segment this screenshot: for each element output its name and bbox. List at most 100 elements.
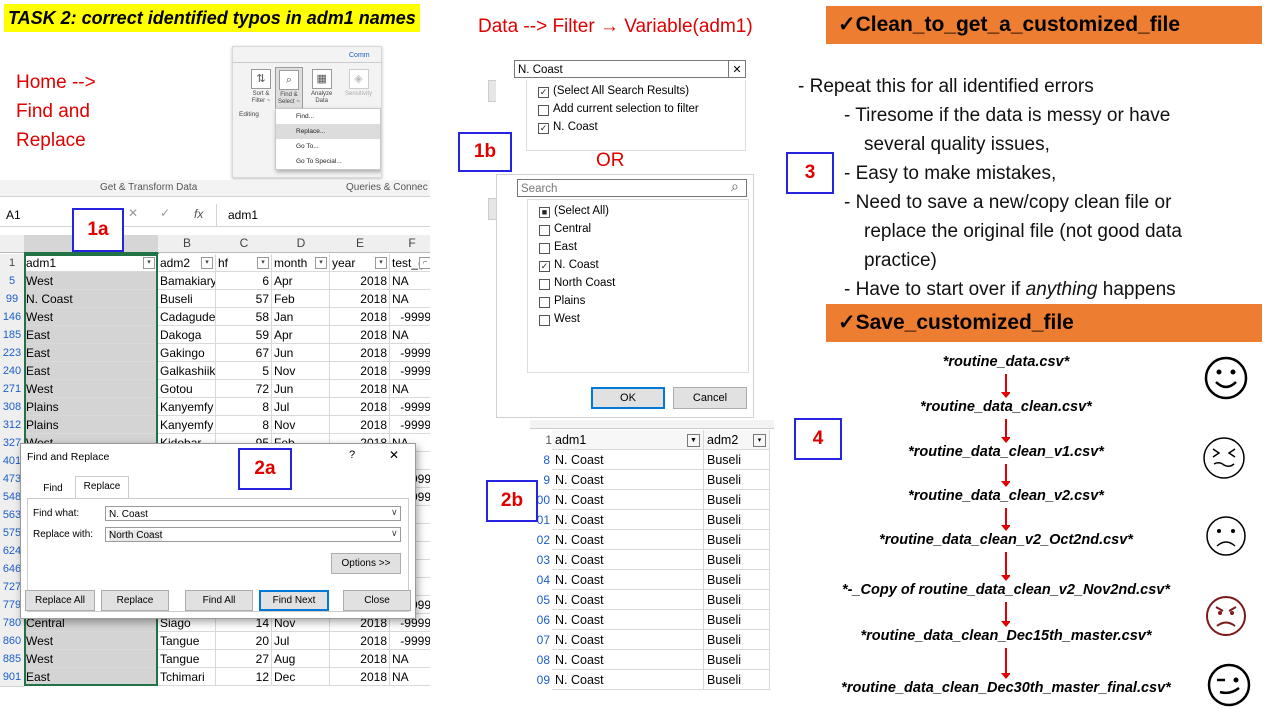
table-cell[interactable]: Tangue [158, 650, 216, 668]
table-cell[interactable]: Galkashiik [158, 362, 216, 380]
replace-button[interactable]: Replace [101, 590, 169, 611]
table-cell[interactable]: NA [390, 668, 430, 686]
replace-dropdown-icon[interactable]: ∨ [391, 528, 398, 539]
menu-go-to[interactable]: Go To... [276, 139, 380, 154]
table-cell[interactable]: Buseli [704, 670, 770, 690]
row-number[interactable]: 312 [0, 416, 24, 435]
filter-dropdown-icon[interactable]: ▾ [143, 257, 155, 269]
checkbox[interactable] [539, 243, 550, 254]
column-header-e[interactable]: E [330, 235, 391, 253]
replace-all-button[interactable]: Replace All [25, 590, 95, 611]
table-cell[interactable]: 72 [216, 380, 272, 398]
table-cell[interactable]: East [24, 362, 158, 380]
table-cell[interactable]: West [24, 632, 158, 650]
table-cell[interactable]: West [24, 380, 158, 398]
table-cell[interactable]: Buseli [704, 630, 770, 650]
row-number[interactable]: 240 [0, 362, 24, 381]
tab-find[interactable]: Find [31, 480, 75, 498]
filter-search-input[interactable]: Search [517, 179, 747, 197]
cancel-button[interactable]: Cancel [673, 387, 747, 409]
column-header-b[interactable]: B [158, 235, 217, 253]
row-number[interactable]: 885 [0, 650, 24, 669]
table-cell[interactable]: Plains [24, 416, 158, 434]
header-cell-3[interactable]: month ▾ [272, 254, 330, 272]
table-cell[interactable]: 2018 [330, 326, 390, 344]
table-cell[interactable]: 2018 [330, 650, 390, 668]
table-cell[interactable]: Bamakiary [158, 272, 216, 290]
table-cell[interactable]: 67 [216, 344, 272, 362]
table-cell[interactable]: NA [390, 272, 430, 290]
table-cell[interactable]: 2018 [330, 362, 390, 380]
clear-search-icon[interactable]: ✕ [728, 60, 746, 78]
table-cell[interactable]: Kanyemfy [158, 398, 216, 416]
table-cell[interactable]: Buseli [704, 530, 770, 550]
row-number[interactable]: 06 [530, 610, 552, 630]
table-cell[interactable]: N. Coast [552, 590, 704, 610]
table-cell[interactable]: 59 [216, 326, 272, 344]
row-number[interactable]: 04 [530, 570, 552, 590]
table-cell[interactable]: NA [390, 380, 430, 398]
table-cell[interactable]: -9999 [390, 632, 430, 650]
table-cell[interactable]: Gotou [158, 380, 216, 398]
table-cell[interactable]: N. Coast [552, 570, 704, 590]
filter-dropdown-icon[interactable]: ▾ [257, 257, 269, 269]
table-cell[interactable]: Nov [272, 416, 330, 434]
enter-check-icon[interactable]: ✓ [160, 206, 170, 220]
row-number[interactable]: 1 [0, 254, 24, 273]
close-button[interactable]: Close [343, 590, 411, 611]
filter-search-input[interactable]: N. Coast [514, 60, 746, 78]
table-cell[interactable]: East [24, 344, 158, 362]
filter-option[interactable]: (Select All) [554, 205, 609, 217]
filter-option[interactable]: N. Coast [553, 121, 598, 133]
filter-dropdown-icon[interactable]: ⌐ [419, 257, 430, 269]
table-cell[interactable]: Buseli [704, 590, 770, 610]
table-cell[interactable]: Aug [272, 650, 330, 668]
checkbox[interactable] [539, 315, 550, 326]
table-cell[interactable]: N. Coast [552, 650, 704, 670]
fx-icon[interactable]: fx [194, 207, 203, 221]
options-button[interactable]: Options >> [331, 553, 401, 574]
row-number[interactable]: 185 [0, 326, 24, 345]
column-header-f[interactable]: F [390, 235, 430, 253]
table-cell[interactable]: 27 [216, 650, 272, 668]
table-cell[interactable]: -9999 [390, 362, 430, 380]
table-cell[interactable]: Nov [272, 362, 330, 380]
table-cell[interactable]: Kanyemfy [158, 416, 216, 434]
table-cell[interactable]: 2018 [330, 290, 390, 308]
filter-option[interactable]: N. Coast [554, 259, 599, 271]
table-cell[interactable]: 8 [216, 416, 272, 434]
table-cell[interactable]: Buseli [704, 510, 770, 530]
table-cell[interactable]: 57 [216, 290, 272, 308]
table-cell[interactable]: N. Coast [552, 610, 704, 630]
table-cell[interactable]: NA [390, 326, 430, 344]
checkbox[interactable] [539, 225, 550, 236]
filter-option[interactable]: East [554, 241, 577, 253]
row-number[interactable]: 02 [530, 530, 552, 550]
table-cell[interactable]: West [24, 650, 158, 668]
table-cell[interactable]: N. Coast [552, 530, 704, 550]
table-cell[interactable]: -9999 [390, 308, 430, 326]
table-cell[interactable]: Buseli [704, 650, 770, 670]
table-cell[interactable]: 2018 [330, 416, 390, 434]
filter-option[interactable]: Plains [554, 295, 585, 307]
table-cell[interactable]: N. Coast [552, 490, 704, 510]
checked-checkbox[interactable]: ✓ [538, 87, 549, 98]
tab-replace[interactable]: Replace [75, 476, 129, 499]
table-cell[interactable]: -9999 [390, 416, 430, 434]
column-header-c[interactable]: C [216, 235, 273, 253]
table-cell[interactable]: Jul [272, 632, 330, 650]
table-cell[interactable]: N. Coast [552, 670, 704, 690]
table-cell[interactable]: Tchimari [158, 668, 216, 686]
sort-filter-button[interactable]: ⇅ Sort & Filter ~ [251, 69, 271, 105]
find-next-button[interactable]: Find Next [259, 590, 329, 611]
table-cell[interactable]: East [24, 326, 158, 344]
table-cell[interactable]: Gakingo [158, 344, 216, 362]
filter-option[interactable]: (Select All Search Results) [553, 85, 689, 97]
table-cell[interactable]: Cadagude [158, 308, 216, 326]
table-cell[interactable]: N. Coast [24, 290, 158, 308]
row-number[interactable]: 901 [0, 668, 24, 687]
menu-find[interactable]: Find... [276, 109, 380, 124]
table-cell[interactable]: N. Coast [552, 450, 704, 470]
header-cell-4[interactable]: year ▾ [330, 254, 390, 272]
table-cell[interactable]: N. Coast [552, 550, 704, 570]
